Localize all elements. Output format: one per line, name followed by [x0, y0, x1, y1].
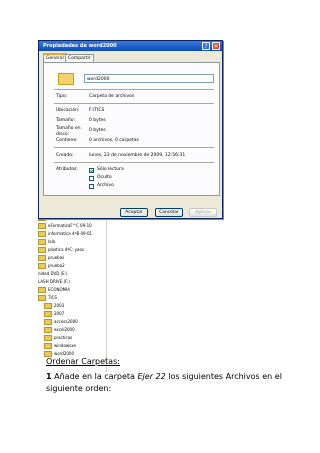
tree-item[interactable]: ECONOMIA [38, 286, 70, 293]
help-button[interactable]: ? [202, 42, 210, 50]
folder-icon [44, 319, 52, 325]
doc-heading: Ordenar Carpetas: [46, 357, 120, 366]
field-value-tipo: Carpeta de archivos [89, 94, 135, 99]
field-value-ubicacion: F:\TICS [89, 108, 105, 113]
tree-item[interactable]: 2003 [44, 302, 64, 309]
cancel-button[interactable]: Cancelar [155, 208, 183, 217]
divider [54, 147, 214, 148]
tree-item[interactable]: LASH DRIVE (F:) [38, 278, 70, 285]
hidden-label: Oculto [97, 175, 112, 180]
attributes-label: Atributos: [56, 167, 78, 172]
divider [54, 162, 214, 163]
tree-item[interactable]: 2007 [44, 310, 64, 317]
divider [54, 103, 214, 104]
archive-label: Archivo [97, 183, 114, 188]
folder-icon [38, 231, 46, 237]
field-value-contiene: 0 archivos, 0 carpetas [89, 138, 139, 143]
folder-icon [44, 335, 52, 341]
tree-item[interactable]: excel2000 [44, 326, 75, 333]
folder-icon [44, 303, 52, 309]
tree-item[interactable]: windowsxe [44, 342, 76, 349]
tree-item[interactable]: lala [38, 238, 55, 245]
field-label-creado: Creado: [56, 153, 74, 158]
field-label-tamano: Tamaño: [56, 118, 76, 123]
folder-icon [38, 255, 46, 261]
tree-item[interactable]: access2000 [44, 318, 78, 325]
close-button[interactable]: ✕ [212, 42, 220, 50]
field-label-ubicacion: Ubicación: [56, 108, 80, 113]
instruction-text: Añade en la carpeta [54, 372, 135, 381]
field-label-tipo: Tipo: [56, 94, 67, 99]
folder-icon [44, 327, 52, 333]
field-label-contiene: Contiene: [56, 138, 78, 143]
tree-item[interactable]: eFormaticaF^C 09-10 [38, 222, 92, 229]
field-value-tamano-disco: 0 bytes [89, 128, 106, 133]
folder-reference: Ejer 22 [137, 372, 166, 381]
doc-instruction-line-2: siguiente orden: [46, 384, 112, 393]
field-label-tamano-disco: Tamaño en disco: [56, 126, 81, 137]
instruction-text-cont: los siguientes Archivos en el [168, 372, 282, 381]
doc-instruction-line: 1 Añade en la carpeta Ejer 22 los siguie… [46, 372, 282, 381]
general-panel: word2000 Tipo: Carpeta de archivos Ubica… [43, 62, 220, 196]
folder-icon [44, 311, 52, 317]
dialog-title: Propiedades de word2000 [43, 43, 117, 49]
archive-checkbox[interactable] [89, 184, 94, 189]
folder-icon [38, 223, 46, 229]
tree-item[interactable]: plastica 4ºC: yaos [38, 246, 84, 253]
tree-item[interactable]: pruebas [38, 254, 64, 261]
divider [54, 89, 214, 90]
readonly-label: Sólo lectura [97, 167, 124, 172]
tree-item[interactable]: informatica 4ºB 09-01 [38, 230, 92, 237]
field-value-creado: lunes, 23 de noviembre de 2009, 12:56:31 [89, 153, 186, 158]
folder-icon [44, 343, 52, 349]
tree-item[interactable]: word2000 [44, 350, 74, 357]
field-value-tamano: 0 bytes [89, 118, 106, 123]
folder-icon [38, 295, 46, 301]
folder-icon [38, 247, 46, 253]
tree-item[interactable]: nidad DVD (E:) [38, 270, 68, 277]
folder-icon [38, 287, 46, 293]
folder-icon [38, 263, 46, 269]
readonly-checkbox[interactable] [89, 168, 94, 173]
tree-item[interactable]: practicas [44, 334, 72, 341]
step-number: 1 [46, 372, 52, 381]
tree-item[interactable]: prueba2 [38, 262, 65, 269]
folder-icon [58, 73, 74, 85]
apply-button[interactable]: Aplicar [189, 208, 217, 217]
folder-icon [38, 239, 46, 245]
folder-name-input[interactable]: word2000 [84, 74, 214, 83]
tree-item[interactable]: TICS [38, 294, 57, 301]
properties-dialog: Propiedades de word2000 ? ✕ General Comp… [38, 40, 223, 219]
hidden-checkbox[interactable] [89, 176, 94, 181]
dialog-titlebar[interactable]: Propiedades de word2000 ? ✕ [39, 41, 222, 51]
ok-button[interactable]: Aceptar [120, 208, 148, 217]
